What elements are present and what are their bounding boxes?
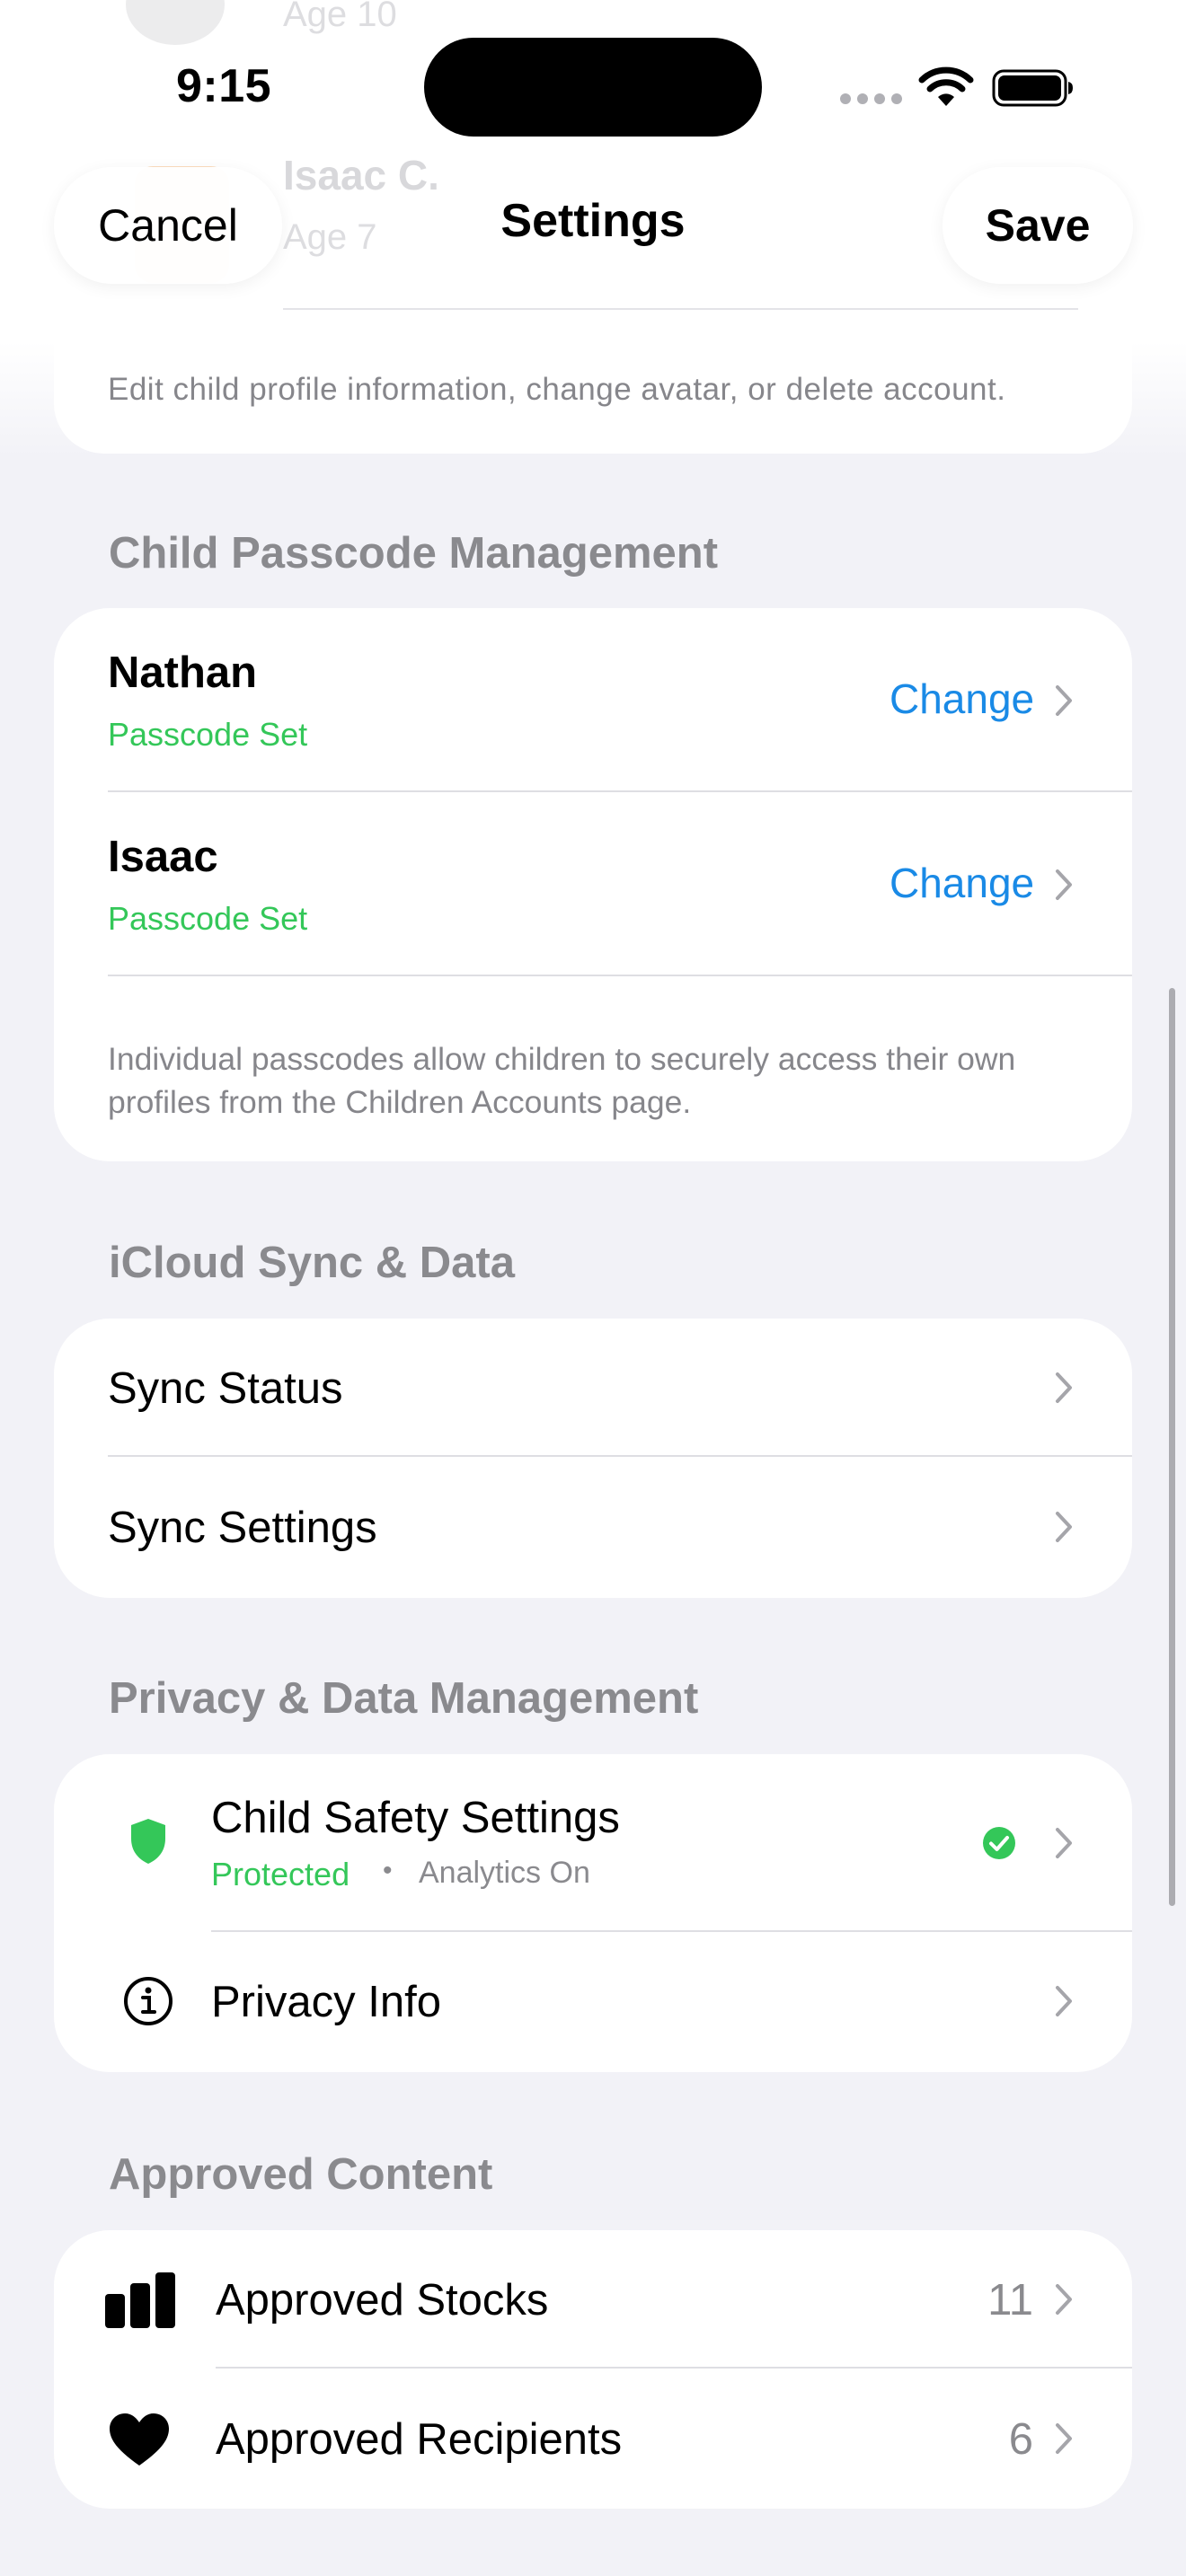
cellular-signal-icon <box>840 93 902 104</box>
protection-status: Protected <box>211 1856 350 1892</box>
child-name: Nathan <box>108 648 258 697</box>
sync-settings-label: Sync Settings <box>108 1504 377 1552</box>
analytics-status: Analytics On <box>419 1856 590 1890</box>
child-age-label: Age 10 <box>283 0 397 34</box>
wifi-icon <box>918 66 974 106</box>
battery-icon <box>992 69 1073 107</box>
approved-stocks-count: 11 <box>987 2276 1033 2325</box>
chevron-right-icon <box>1056 685 1072 716</box>
divider <box>283 308 1078 310</box>
icloud-card: Sync Status Sync Settings <box>54 1319 1132 1598</box>
passcode-row-isaac[interactable]: Isaac Passcode Set Change <box>54 792 1132 976</box>
sync-settings-row[interactable]: Sync Settings <box>54 1458 1132 1598</box>
sync-status-label: Sync Status <box>108 1364 343 1413</box>
approved-card: Approved Stocks 11 Approved Recipients 6 <box>54 2230 1132 2509</box>
divider <box>108 1455 1132 1457</box>
shield-icon <box>131 1819 165 1864</box>
chevron-right-icon <box>1056 1828 1072 1858</box>
chevron-right-icon <box>1056 1372 1072 1403</box>
child-safety-settings-row[interactable]: Child Safety Settings Protected • Analyt… <box>54 1754 1132 1932</box>
approved-stocks-label: Approved Stocks <box>216 2276 549 2325</box>
chevron-right-icon <box>1056 869 1072 900</box>
heart-icon <box>110 2413 169 2466</box>
privacy-card: Child Safety Settings Protected • Analyt… <box>54 1754 1132 2072</box>
chevron-right-icon <box>1056 2423 1072 2454</box>
chevron-right-icon <box>1056 1512 1072 1542</box>
page-title: Settings <box>500 195 686 247</box>
bar-chart-icon <box>105 2272 175 2328</box>
approved-recipients-count: 6 <box>1008 2415 1033 2464</box>
passcode-footnote: Individual passcodes allow children to s… <box>108 1041 1016 1120</box>
save-button[interactable]: Save <box>943 167 1133 284</box>
privacy-info-label: Privacy Info <box>211 1978 441 2026</box>
child-name-label: Isaac C. <box>283 152 439 198</box>
child-name: Isaac <box>108 833 218 881</box>
passcode-status: Passcode Set <box>108 900 308 937</box>
approved-recipients-label: Approved Recipients <box>216 2415 623 2464</box>
checkmark-circle-icon <box>983 1827 1015 1859</box>
approved-stocks-row[interactable]: Approved Stocks 11 <box>54 2230 1132 2369</box>
passcode-status: Passcode Set <box>108 716 308 753</box>
chevron-right-icon <box>1056 1986 1072 2016</box>
status-time: 9:15 <box>176 60 272 112</box>
sync-status-row[interactable]: Sync Status <box>54 1319 1132 1458</box>
children-accounts-footer: Edit child profile information, change a… <box>108 372 1006 407</box>
divider <box>216 2367 1132 2369</box>
separator-dot: • <box>383 1856 393 1885</box>
child-safety-settings-label: Child Safety Settings <box>211 1794 620 1842</box>
passcode-row-nathan[interactable]: Nathan Passcode Set Change <box>54 608 1132 792</box>
passcode-card: Nathan Passcode Set Change Isaac Passcod… <box>54 608 1132 1161</box>
chevron-right-icon <box>1056 2284 1072 2315</box>
section-header-privacy: Privacy & Data Management <box>109 1674 699 1723</box>
change-passcode-button[interactable]: Change <box>890 859 1034 907</box>
scroll-indicator[interactable] <box>1169 988 1175 1906</box>
section-header-icloud: iCloud Sync & Data <box>109 1239 515 1287</box>
section-header-approved: Approved Content <box>109 2150 493 2199</box>
approved-recipients-row[interactable]: Approved Recipients 6 <box>54 2369 1132 2509</box>
change-passcode-button[interactable]: Change <box>890 675 1034 723</box>
divider <box>108 975 1132 976</box>
info-circle-icon <box>124 1977 173 2025</box>
dynamic-island <box>424 38 762 137</box>
cancel-button[interactable]: Cancel <box>54 167 282 284</box>
section-header-passcode: Child Passcode Management <box>109 529 719 578</box>
privacy-info-row[interactable]: Privacy Info <box>54 1932 1132 2072</box>
